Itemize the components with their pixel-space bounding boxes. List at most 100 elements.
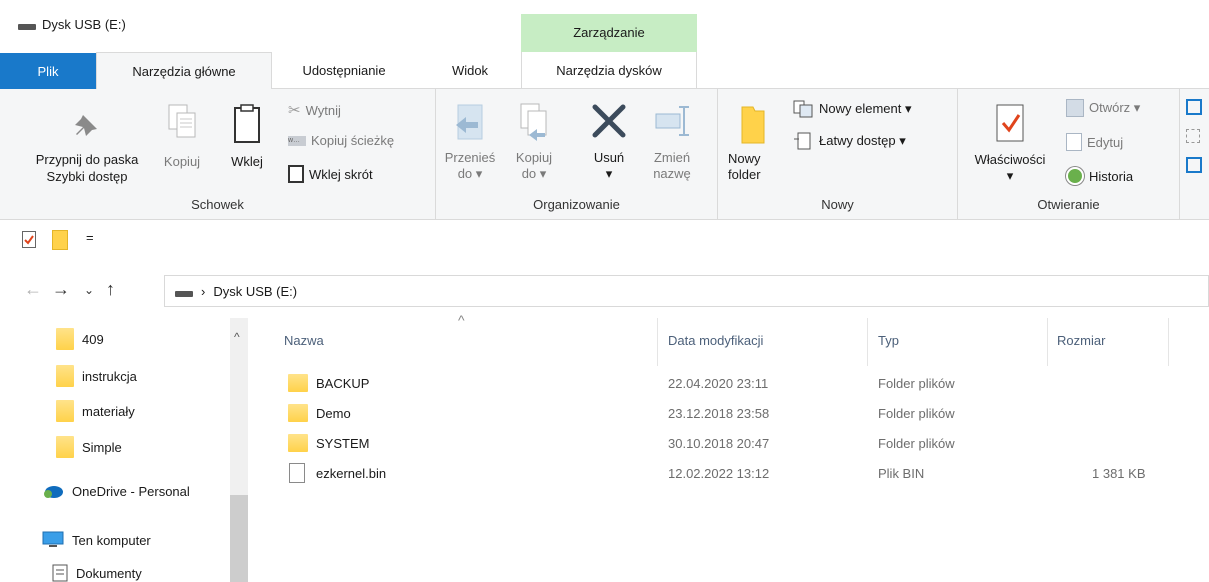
tab-plik[interactable]: Plik (0, 53, 96, 89)
tab-widok[interactable]: Widok (430, 52, 510, 89)
file-name: ezkernel.bin (316, 466, 387, 481)
column-header-name[interactable]: Nazwa (284, 333, 324, 348)
scroll-up-chevron-icon[interactable]: ^ (234, 330, 240, 344)
history-icon (1066, 167, 1084, 185)
folder-icon (56, 400, 74, 422)
tab-udostepnianie[interactable]: Udostępnianie (274, 52, 414, 89)
select-all-icon[interactable] (1186, 99, 1202, 115)
qat-new-folder-icon[interactable] (52, 230, 68, 250)
tab-narzedzia-glowne[interactable]: Narzędzia główne (96, 52, 272, 90)
qat-customize-dropdown[interactable]: = (86, 230, 94, 245)
copy-path-label: Kopiuj ścieżkę (311, 133, 395, 148)
pin-icon (75, 115, 97, 136)
breadcrumb-dysk-usb[interactable]: Dysk USB (E:) (213, 284, 297, 299)
copy-path-button[interactable]: w… Kopiuj ścieżkę (288, 133, 394, 148)
new-item-icon (793, 100, 813, 118)
file-type: Folder plików (878, 406, 955, 421)
paste-button[interactable]: Wklej (222, 103, 272, 173)
edit-button[interactable]: Edytuj (1066, 133, 1123, 151)
column-header-modified[interactable]: Data modyfikacji (668, 333, 763, 348)
rename-button[interactable]: Zmień nazwę (644, 101, 700, 191)
folder-icon (56, 365, 74, 387)
column-separator[interactable] (867, 318, 868, 366)
properties-button[interactable]: Właściwości ▾ (964, 103, 1056, 193)
window-title: Dysk USB (E:) (18, 17, 126, 32)
group-label-organizowanie: Organizowanie (533, 197, 620, 212)
delete-button[interactable]: Usuń ▾ (586, 101, 632, 191)
recent-chevron-down-icon[interactable]: ⌄ (84, 283, 94, 297)
select-none-icon[interactable] (1186, 129, 1200, 143)
context-tab-group-label: Zarządzanie (521, 14, 697, 52)
new-item-button[interactable]: Nowy element ▾ (792, 99, 912, 119)
cut-button[interactable]: ✂ Wytnij (288, 101, 341, 119)
qat-properties-icon[interactable] (22, 231, 36, 248)
nav-item-materialy[interactable]: materiały (56, 400, 135, 422)
delete-x-icon (592, 104, 626, 138)
copy-to-label: Kopiuj do ▾ (515, 150, 553, 181)
folder-icon (288, 374, 308, 392)
folder-icon (288, 404, 308, 422)
column-separator[interactable] (1047, 318, 1048, 366)
history-label: Historia (1089, 168, 1134, 184)
address-bar[interactable]: › Dysk USB (E:) (164, 275, 1209, 307)
file-row[interactable]: Demo 23.12.2018 23:58 Folder plików (260, 400, 1209, 430)
navigation-pane: 409 instrukcja materiały Simple OneDrive… (0, 318, 250, 582)
edit-icon (1066, 133, 1082, 151)
pin-quick-access-button[interactable]: Przypnij do paska Szybki dostęp (18, 105, 156, 195)
group-label-otwieranie: Otwieranie (1037, 197, 1100, 212)
file-row[interactable]: BACKUP 22.04.2020 23:11 Folder plików (260, 370, 1209, 400)
group-otwieranie: Właściwości ▾ Otwórz ▾ Edytuj Historia O… (958, 89, 1180, 220)
paste-shortcut-icon (288, 165, 304, 183)
column-header-type[interactable]: Typ (878, 333, 899, 348)
onedrive-icon (44, 486, 63, 498)
easy-access-button[interactable]: Łatwy dostęp ▾ (792, 131, 906, 151)
column-header-size[interactable]: Rozmiar (1057, 333, 1105, 348)
tab-narzedzia-dyskow[interactable]: Narzędzia dysków (521, 52, 697, 89)
window-title-text: Dysk USB (E:) (42, 17, 126, 32)
group-nowy: Nowy folder Nowy element ▾ Łatwy dostęp … (718, 89, 958, 220)
nav-pane-scroll-thumb[interactable] (230, 495, 248, 582)
file-row[interactable]: ezkernel.bin 12.02.2022 13:12 Plik BIN 1… (260, 460, 1209, 490)
file-modified: 22.04.2020 23:11 (668, 376, 769, 391)
copy-button[interactable]: Kopiuj (160, 103, 204, 173)
nav-item-instrukcja[interactable]: instrukcja (56, 365, 137, 387)
properties-label: Właściwości ▾ (974, 152, 1046, 183)
copy-to-button[interactable]: Kopiuj do ▾ (508, 101, 560, 191)
new-folder-button[interactable]: Nowy folder (728, 103, 778, 193)
nav-item-simple[interactable]: Simple (56, 436, 122, 458)
paste-shortcut-label: Wklej skrót (309, 166, 373, 182)
nav-item-label: Ten komputer (72, 532, 151, 548)
column-separator[interactable] (1168, 318, 1169, 366)
folder-icon (56, 328, 74, 350)
history-button[interactable]: Historia (1066, 167, 1133, 185)
paste-shortcut-button[interactable]: Wklej skrót (288, 165, 373, 183)
nav-item-dokumenty[interactable]: Dokumenty (52, 564, 142, 582)
move-to-button[interactable]: Przenieś do ▾ (442, 101, 498, 191)
nav-item-409[interactable]: 409 (56, 328, 104, 350)
nav-item-label: instrukcja (82, 368, 137, 384)
column-separator[interactable] (657, 318, 658, 366)
nav-item-onedrive[interactable]: OneDrive - Personal (42, 483, 190, 499)
paste-icon (234, 104, 260, 143)
file-modified: 12.02.2022 13:12 (668, 466, 770, 481)
file-row[interactable]: SYSTEM 30.10.2018 20:47 Folder plików (260, 430, 1209, 460)
ribbon: Przypnij do paska Szybki dostęp Kopiuj W… (0, 89, 1209, 220)
file-list: ^ Nazwa Data modyfikacji Typ Rozmiar BAC… (260, 312, 1209, 582)
file-name: Demo (316, 406, 351, 421)
group-label-schowek: Schowek (191, 197, 244, 212)
invert-selection-icon[interactable] (1186, 157, 1202, 173)
forward-arrow-icon[interactable]: → (52, 279, 70, 300)
file-type: Folder plików (878, 436, 955, 451)
cut-label: Wytnij (305, 102, 341, 118)
new-folder-icon (741, 106, 765, 144)
breadcrumb-separator[interactable]: › (201, 284, 205, 299)
navigation-bar: ← → ⌄ ↑ › Dysk USB (E:) (0, 271, 1209, 311)
back-arrow-icon[interactable]: ← (24, 279, 42, 300)
quick-access-toolbar: = (0, 221, 1209, 259)
title-bar: Dysk USB (E:) Zarządzanie (0, 0, 1209, 52)
nav-item-ten-komputer[interactable]: Ten komputer (42, 531, 151, 549)
scissors-icon: ✂ (288, 102, 301, 119)
open-label: Otwórz ▾ (1089, 100, 1141, 115)
open-button[interactable]: Otwórz ▾ (1066, 99, 1140, 117)
up-arrow-icon[interactable]: ↑ (106, 279, 115, 300)
